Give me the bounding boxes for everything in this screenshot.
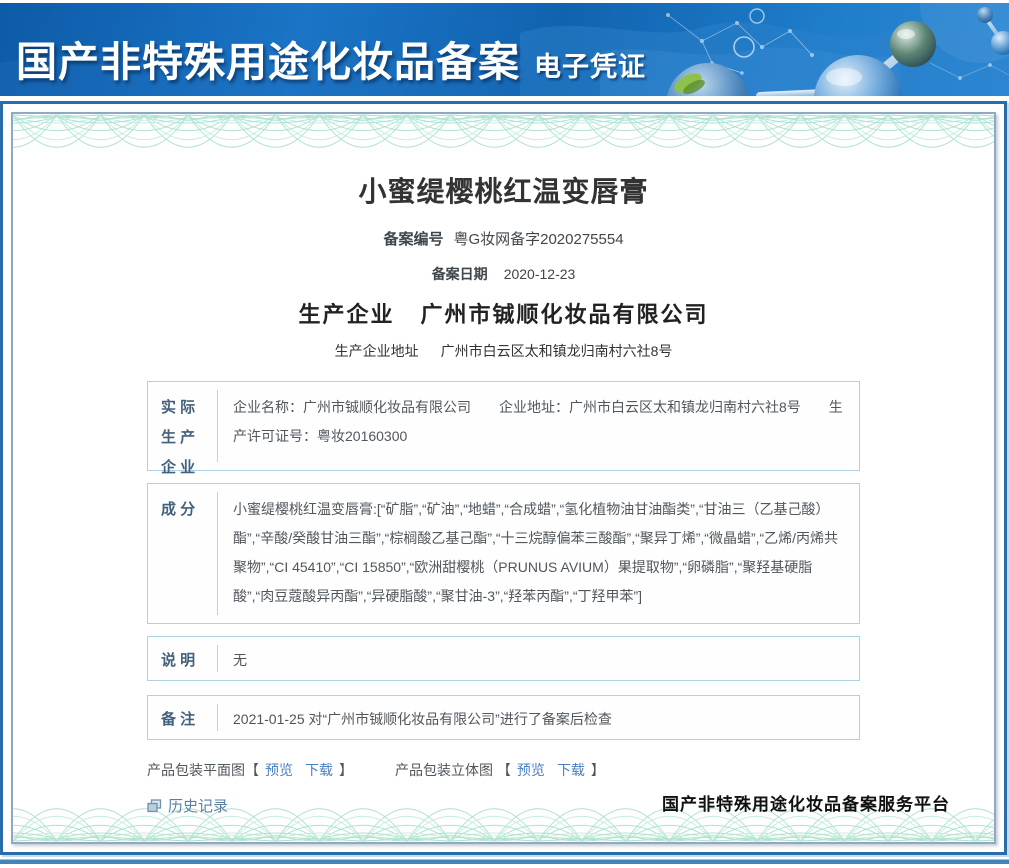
row-label: 备 注 [161,711,196,728]
row-label: 成 分 [161,501,196,518]
bottom-stripe [0,859,1009,864]
table-row-ingredients: 成 分 小蜜缇樱桃红温变唇膏:[“矿脂”,“矿油”,“地蜡”,“合成蜡”,“氢化… [147,483,860,624]
certificate: 小蜜缇樱桃红温变唇膏 备案编号 粤G妆网备字2020275554 备案日期 2020… [11,112,996,844]
row-content: 2021-01-25 对“广州市铖顺化妆品有限公司”进行了备案后检查 [217,704,859,731]
page-frame: 小蜜缇樱桃红温变唇膏 备案编号 粤G妆网备字2020275554 备案日期 2020… [0,101,1007,855]
row-label: 实 际 生 产 企 业 [161,399,196,476]
packaging-stereo-label: 产品包装立体图 [395,762,493,778]
manufacturer-address-value: 广州市白云区太和镇龙归南村六社8号 [440,343,673,359]
manufacturer-value: 广州市铖顺化妆品有限公司 [420,302,709,327]
table-row-remarks: 备 注 2021-01-25 对“广州市铖顺化妆品有限公司”进行了备案后检查 [147,695,860,740]
record-number-label: 备案编号 [383,231,444,248]
stereo-download-link[interactable]: 下载 [557,762,585,778]
history-icon [147,798,162,812]
history-link[interactable]: 历史记录 [168,795,228,816]
row-content: 小蜜缇樱桃红温变唇膏:[“矿脂”,“矿油”,“地蜡”,“合成蜡”,“氢化植物油甘… [217,492,859,615]
manufacturer-label: 生产企业 [298,302,395,327]
flat-preview-link[interactable]: 预览 [265,762,293,778]
bracket: 】 [590,762,605,778]
row-content: 无 [217,645,859,672]
row-content: 企业名称：广州市铖顺化妆品有限公司 企业地址：广州市白云区太和镇龙归南村六社8号… [217,390,859,462]
bracket: 【 [245,762,259,778]
flat-download-link[interactable]: 下载 [305,762,333,778]
banner-subtitle: 电子凭证 [534,52,646,82]
product-name: 小蜜缇樱桃红温变唇膏 [358,176,649,207]
row-label: 说 明 [161,652,196,669]
record-date-line: 备案日期 2020-12-23 [147,264,860,284]
stereo-preview-link[interactable]: 预览 [517,762,545,778]
platform-name: 国产非特殊用途化妆品备案服务平台 [662,795,950,814]
bracket: 【 [496,762,511,778]
banner-title: 国产非特殊用途化妆品备案 [16,39,520,85]
packaging-flat-label: 产品包装平面图 [147,762,245,778]
manufacturer-line: 生产企业 广州市铖顺化妆品有限公司 [147,297,860,329]
manufacturer-address-label: 生产企业地址 [334,343,419,359]
packaging-links-row: 产品包装平面图【 预览 下载】产品包装立体图 【预览 下载】 [147,760,860,780]
record-date-value: 2020-12-23 [503,266,576,282]
table-row-instructions: 说 明 无 [147,636,860,681]
certificate-content: 小蜜缇樱桃红温变唇膏 备案编号 粤G妆网备字2020275554 备案日期 2020… [13,114,860,816]
table-row-actual-manufacturer: 实 际 生 产 企 业 企业名称：广州市铖顺化妆品有限公司 企业地址：广州市白云… [147,381,860,476]
header-banner: 国产非特殊用途化妆品备案 电子凭证 [0,3,1009,96]
manufacturer-address-line: 生产企业地址 广州市白云区太和镇龙归南村六社8号 [147,341,860,361]
record-date-label: 备案日期 [431,266,488,282]
record-number-line: 备案编号 粤G妆网备字2020275554 [147,228,860,249]
bracket: 】 [339,762,353,778]
record-number-value: 粤G妆网备字2020275554 [453,231,624,248]
